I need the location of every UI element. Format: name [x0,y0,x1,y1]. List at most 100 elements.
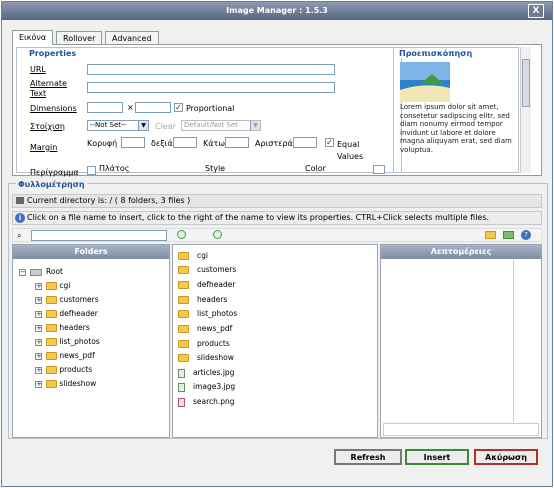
folder-icon [178,310,189,318]
tree-item[interactable]: + slideshow [35,379,96,389]
help-icon[interactable]: ? [521,230,531,240]
image-manager-window: Image Manager : 1.5.3 X Εικόνα Rollover … [1,1,553,487]
align-select-value: --Not Set-- [90,121,127,129]
files-pane: cgi customers defheader headers list_pho… [172,244,378,438]
chevron-down-icon: ▼ [250,121,260,130]
file-name: image3.jpg [193,382,236,391]
refresh-button[interactable]: Refresh [334,449,402,465]
details-header: Λεπτομέρειες [381,245,541,259]
clear-select[interactable]: Default/Not Set ▼ [181,120,261,131]
width-input[interactable] [87,102,123,113]
preview-legend: Προεπισκόπηση [397,49,475,58]
refresh-folders-icon[interactable] [177,230,186,239]
preview-image [400,62,450,102]
file-list-item[interactable]: articles.jpg [178,368,234,378]
folder-icon [46,352,57,360]
window-title: Image Manager : 1.5.3 [2,2,552,20]
folder-icon [46,380,57,388]
margin-bottom-label: Κάτω [203,139,226,148]
tree-item[interactable]: + news_pdf [35,351,95,361]
details-scrollbar[interactable] [513,260,541,422]
close-button[interactable]: X [528,4,544,18]
folder-icon [178,252,189,260]
tab-rollover[interactable]: Rollover [56,31,103,45]
tree-item[interactable]: + headers [35,323,90,333]
margin-label: Margin [30,143,58,152]
tab-image[interactable]: Εικόνα [12,30,54,45]
file-list-item[interactable]: defheader [178,280,235,290]
height-input[interactable] [135,102,171,113]
file-name: list_photos [197,309,238,318]
proportional-checkbox[interactable]: ✓ [174,103,183,112]
tree-item[interactable]: + customers [35,295,99,305]
file-list-item[interactable]: news_pdf [178,324,232,334]
browser-toolbar: ⌕ ? [12,228,542,242]
margin-left-input[interactable] [293,137,317,148]
file-list-item[interactable]: cgi [178,251,208,261]
file-list-item[interactable]: headers [178,295,227,305]
dimension-separator: × [127,103,134,112]
file-list-item[interactable]: customers [178,265,236,275]
expand-icon[interactable]: + [35,310,42,318]
tree-item[interactable]: + cgi [35,281,70,291]
align-label: Στοίχιση [30,122,65,131]
border-color-picker[interactable] [373,165,385,174]
tree-item[interactable]: + list_photos [35,337,100,347]
margin-top-input[interactable] [121,137,145,148]
folder-icon [178,296,189,304]
refresh-files-icon[interactable] [213,230,222,239]
expand-icon[interactable]: + [35,338,42,346]
file-name: search.png [193,397,235,406]
preview-text: Lorem ipsum dolor sit amet, consetetur s… [400,103,512,154]
file-name: products [197,339,230,348]
tree-item[interactable]: + defheader [35,309,98,319]
file-list-item[interactable]: slideshow [178,353,234,363]
expand-icon[interactable]: + [35,366,42,374]
file-list-item[interactable]: image3.jpg [178,382,235,392]
new-folder-icon[interactable] [485,231,496,239]
scrollbar-thumb[interactable] [522,59,530,107]
folders-pane: Folders − Root + cgi + customers + defhea… [12,244,170,438]
details-footer [383,423,539,436]
upload-icon[interactable] [503,231,514,239]
folder-icon [178,340,189,348]
collapse-icon[interactable]: − [19,268,26,276]
tree-item[interactable]: + products [35,365,92,375]
file-list-item[interactable]: list_photos [178,309,237,319]
alt-input[interactable] [87,82,335,93]
equal-values-checkbox[interactable]: ✓ [325,138,334,147]
file-list-item[interactable]: products [178,339,230,349]
clear-select-value: Default/Not Set [184,121,238,129]
insert-button[interactable]: Insert [405,449,469,465]
search-input[interactable] [31,230,167,241]
margin-bottom-input[interactable] [225,137,249,148]
tree-root[interactable]: − Root [19,267,63,277]
url-label: URL [30,65,46,74]
expand-icon[interactable]: + [35,324,42,332]
file-list-item[interactable]: search.png [178,397,235,407]
border-checkbox[interactable] [87,166,96,175]
folder-icon [46,324,57,332]
margin-left-label: Αριστερά [255,139,293,148]
tab-advanced[interactable]: Advanced [105,31,159,45]
expand-icon[interactable]: + [35,282,42,290]
align-select[interactable]: --Not Set-- ▼ [87,120,149,131]
file-name: slideshow [197,353,234,362]
expand-icon[interactable]: + [35,352,42,360]
folder-icon [46,338,57,346]
tab-panel: Properties URL Alternate Text Dimensions… [12,44,542,177]
url-input[interactable] [87,64,335,75]
tree-item-label: defheader [59,309,98,318]
info-icon: i [15,213,25,223]
clear-label: Clear [155,122,176,131]
tab-panel-scrollbar[interactable] [520,47,531,173]
chevron-down-icon: ▼ [138,121,148,130]
margin-right-input[interactable] [173,137,197,148]
hint-bar: i Click on a file name to insert, click … [12,211,542,225]
cancel-button[interactable]: Ακύρωση [474,449,538,465]
proportional-label: Proportional [186,104,235,113]
tree-item-label: list_photos [59,337,100,346]
border-style-label: Style [205,164,226,173]
expand-icon[interactable]: + [35,380,42,388]
expand-icon[interactable]: + [35,296,42,304]
